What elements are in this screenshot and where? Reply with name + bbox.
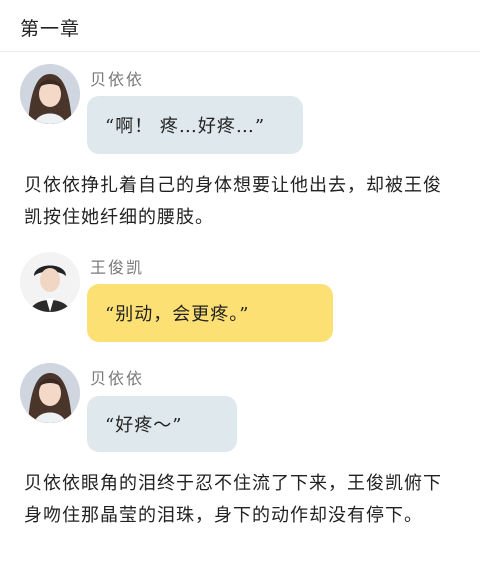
bubble-text: “别动，会更疼。” <box>105 304 250 325</box>
speaker-name: 王俊凯 <box>90 258 145 277</box>
speech-bubble: “啊！ 疼…好疼…” <box>87 96 303 154</box>
bubble-text: “啊！ 疼…好疼…” <box>105 116 266 137</box>
girl-avatar[interactable] <box>20 363 80 423</box>
bubble-text: “好疼～” <box>105 415 183 436</box>
scroll-fade <box>0 574 480 587</box>
speaker-name: 贝依依 <box>90 369 145 388</box>
boy-avatar[interactable] <box>20 252 80 312</box>
speech-bubble: “别动，会更疼。” <box>87 284 333 342</box>
narration-paragraph: 贝依依眼角的泪终于忍不住流了下来，王俊凯俯下身吻住那晶莹的泪珠，身下的动作却没有… <box>24 473 442 526</box>
girl-avatar[interactable] <box>20 64 80 124</box>
speaker-name: 贝依依 <box>90 70 145 89</box>
speech-bubble: “好疼～” <box>87 396 237 452</box>
chapter-header: 第一章 <box>0 0 480 52</box>
chapter-title: 第一章 <box>20 18 81 40</box>
narration-paragraph: 贝依依挣扎着自己的身体想要让他出去，却被王俊凯按住她纤细的腰肢。 <box>24 175 442 228</box>
